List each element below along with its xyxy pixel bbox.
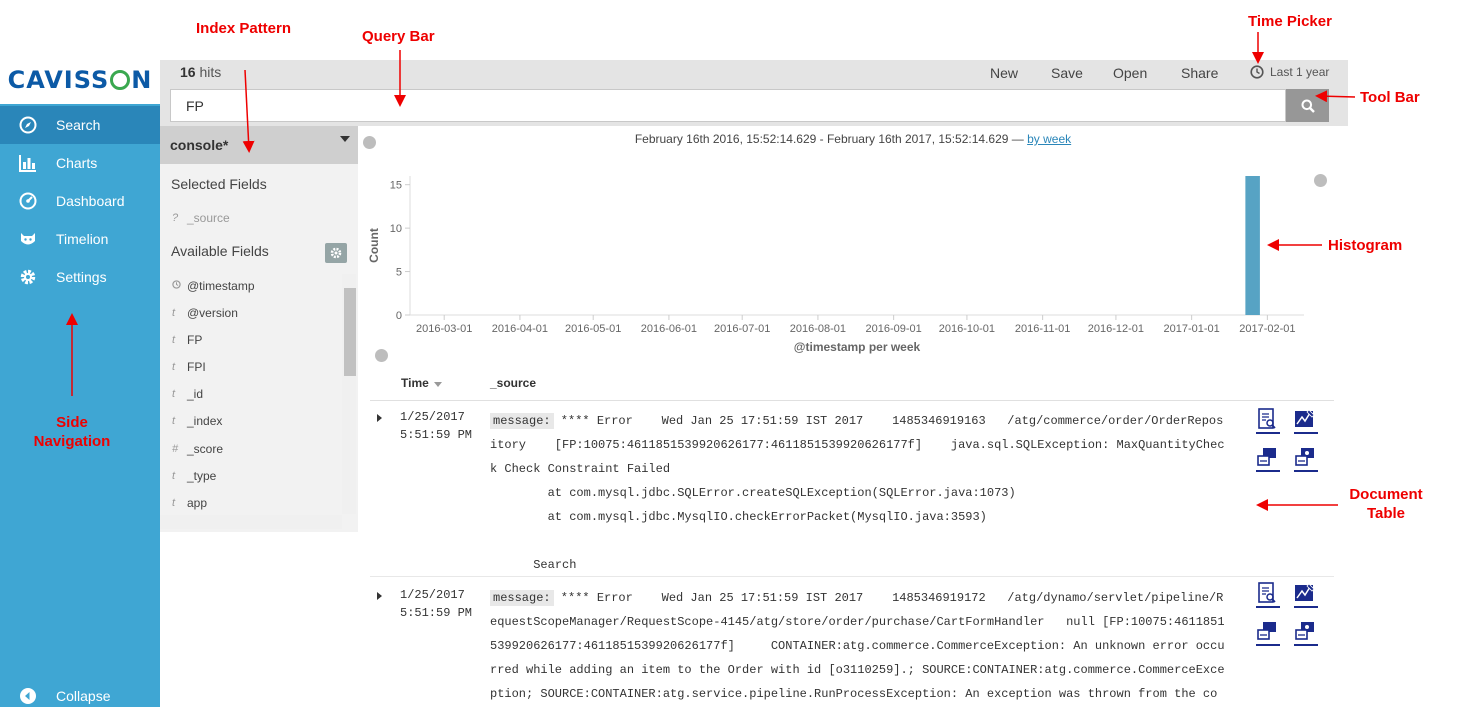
annotation-time-picker: Time Picker: [1248, 13, 1332, 30]
annotation-index-pattern: Index Pattern: [196, 20, 292, 37]
annotation-histogram: Histogram: [1328, 237, 1403, 254]
annotation-tool-bar: Tool Bar: [1360, 89, 1420, 106]
annotation-document-table: Document Table: [1349, 486, 1423, 522]
annotation-side-navigation: Side Navigation: [33, 414, 111, 450]
annotation-query-bar: Query Bar: [362, 28, 435, 45]
annotation-arrows: [66, 32, 1356, 511]
